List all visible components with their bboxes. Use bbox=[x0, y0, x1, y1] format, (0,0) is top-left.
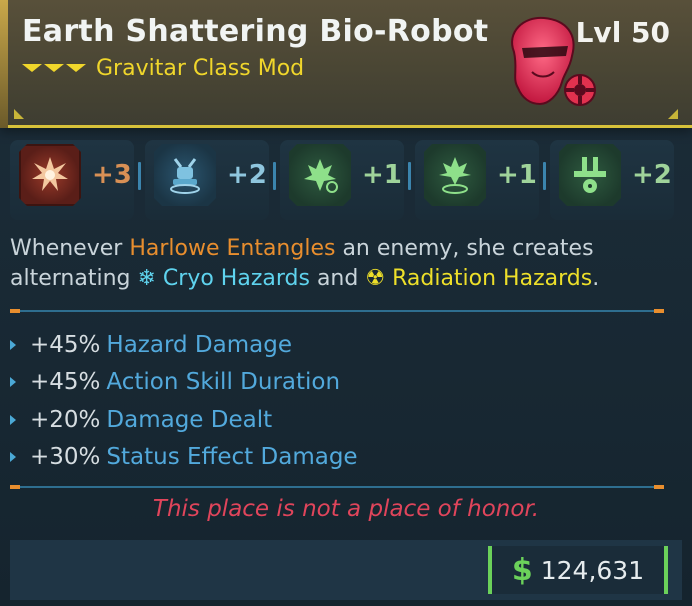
item-header: Earth Shattering Bio-Robot Gravitar Clas… bbox=[0, 0, 692, 128]
bullet-icon bbox=[10, 414, 16, 425]
skill-bonus-row: +3 +2 +1 +1 +2 bbox=[10, 140, 682, 220]
skill-bonus-3[interactable]: +1 bbox=[280, 140, 404, 220]
stat-value: +20% bbox=[30, 406, 101, 433]
stat-item: +30% Status Effect Damage bbox=[10, 439, 670, 477]
description-text: Whenever bbox=[10, 236, 130, 261]
divider-bottom bbox=[10, 485, 664, 489]
description-skill-name: Harlowe Entangles bbox=[129, 236, 336, 261]
skill-bonus-value: +2 bbox=[227, 160, 267, 190]
skill-bonus-2[interactable]: +2 bbox=[145, 140, 269, 220]
bullet-icon bbox=[10, 377, 16, 388]
skill-separator bbox=[543, 162, 546, 190]
skill-bonus-4[interactable]: +1 bbox=[415, 140, 539, 220]
skill-bonus-value: +2 bbox=[632, 160, 672, 190]
bullet-icon bbox=[10, 452, 16, 463]
character-portrait-icon bbox=[511, 16, 596, 106]
stat-value: +45% bbox=[30, 369, 101, 396]
stat-name: Hazard Damage bbox=[106, 331, 292, 358]
stat-list: +45% Hazard Damage +45% Action Skill Dur… bbox=[10, 326, 670, 476]
item-footer: $ 124,631 bbox=[10, 540, 682, 600]
skill-bonus-value: +3 bbox=[92, 160, 132, 190]
stat-name: Status Effect Damage bbox=[106, 444, 358, 471]
bullet-icon bbox=[10, 339, 16, 350]
flavor-text: This place is not a place of honor. bbox=[152, 496, 540, 522]
description-text: and bbox=[309, 266, 366, 291]
description-text: . bbox=[592, 266, 600, 291]
skill-separator bbox=[273, 162, 276, 190]
description-cryo-hazards: Cryo Hazards bbox=[162, 266, 310, 291]
price-value: 124,631 bbox=[540, 555, 645, 585]
skill-bonus-value: +1 bbox=[497, 160, 537, 190]
item-name: Earth Shattering Bio-Robot bbox=[22, 14, 489, 49]
item-card: Earth Shattering Bio-Robot Gravitar Clas… bbox=[0, 0, 692, 606]
hazard-burst-skill-icon bbox=[289, 144, 351, 206]
skill-bonus-5[interactable]: +2 bbox=[550, 140, 674, 220]
header-corner-left bbox=[14, 109, 24, 119]
skill-bonus-1[interactable]: +3 bbox=[10, 140, 134, 220]
explosion-skill-icon bbox=[19, 144, 81, 206]
stat-item: +20% Damage Dealt bbox=[10, 401, 670, 439]
description-radiation-hazards: Radiation Hazards bbox=[392, 266, 593, 291]
radiation-icon: ☢ bbox=[365, 266, 386, 291]
item-type: Gravitar Class Mod bbox=[96, 56, 305, 81]
price-box: $ 124,631 bbox=[488, 546, 668, 594]
stat-name: Action Skill Duration bbox=[106, 369, 341, 396]
divider-top bbox=[10, 309, 664, 313]
hazard-spread-skill-icon bbox=[424, 144, 486, 206]
rarity-chevrons-icon bbox=[22, 63, 86, 74]
snowflake-icon: ❄ bbox=[137, 266, 156, 291]
robot-mech-skill-icon bbox=[154, 144, 216, 206]
stat-value: +30% bbox=[30, 444, 101, 471]
skill-separator bbox=[408, 162, 411, 190]
item-description: Whenever Harlowe Entangles an enemy, she… bbox=[10, 234, 680, 294]
header-corner-right bbox=[668, 109, 678, 119]
skill-bonus-value: +1 bbox=[362, 160, 402, 190]
item-type-row: Gravitar Class Mod bbox=[22, 56, 304, 81]
stat-item: +45% Hazard Damage bbox=[10, 326, 670, 364]
dollar-icon: $ bbox=[511, 552, 533, 588]
stat-item: +45% Action Skill Duration bbox=[10, 364, 670, 402]
stat-name: Damage Dealt bbox=[106, 406, 273, 433]
stat-value: +45% bbox=[30, 331, 101, 358]
skill-separator bbox=[138, 162, 141, 190]
radiation-cannon-skill-icon bbox=[559, 144, 621, 206]
